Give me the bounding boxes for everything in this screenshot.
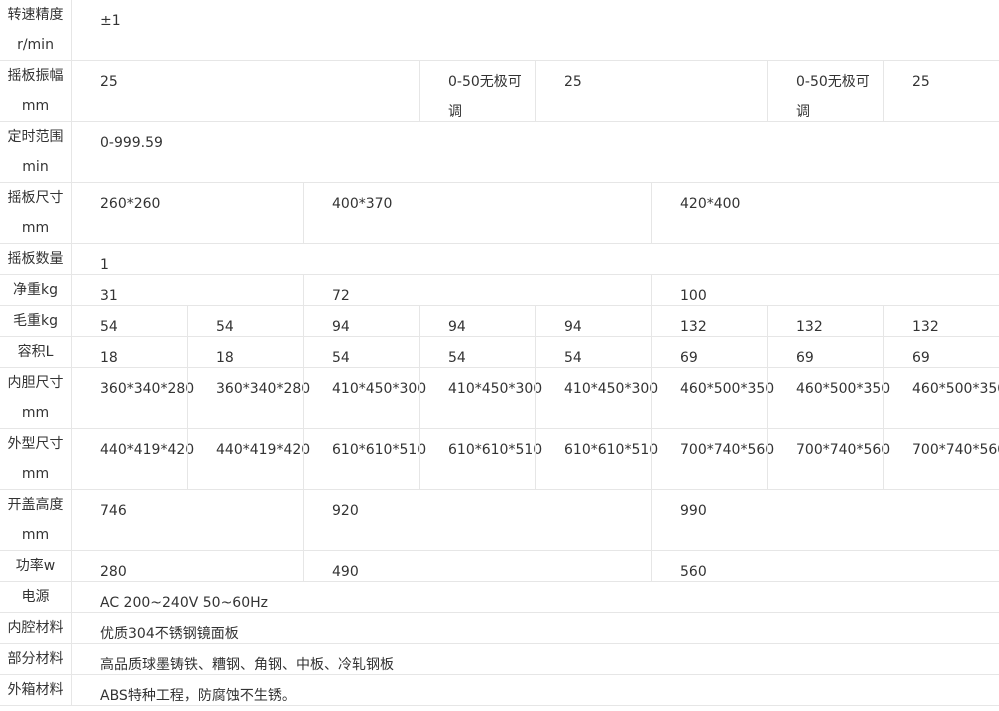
row-label-net-weight: 净重kg [0, 275, 71, 306]
row-label-case-material: 外箱材料 [0, 675, 71, 706]
row-label-outer-size: 外型尺寸 mm [0, 429, 71, 490]
row-label-lid-height: 开盖高度 mm [0, 490, 71, 551]
value-cell-plate-count: 1 [71, 244, 999, 275]
value-cell-gross-weight: 54 [71, 306, 187, 337]
value-cell-power-supply: AC 200~240V 50~60Hz [71, 582, 999, 613]
value-cell-inner-size: 360*340*280 [187, 368, 310, 429]
value-cell-inner-size: 460*500*350 [883, 368, 999, 429]
value-cell-plate-size: 400*370 [303, 183, 651, 244]
value-cell-gross-weight: 132 [767, 306, 883, 337]
value-cell-outer-size: 610*610*510 [419, 429, 542, 490]
value-cell-amplitude: 0-50无极可调 [419, 61, 535, 122]
value-cell-case-material: ABS特种工程，防腐蚀不生锈。 [71, 675, 999, 706]
row-label-power-supply: 电源 [0, 582, 71, 613]
value-cell-net-weight: 100 [651, 275, 999, 306]
value-cell-volume: 69 [651, 337, 767, 368]
value-cell-part-material: 高品质球墨铸铁、糟钢、角钢、中板、冷轧钢板 [71, 644, 999, 675]
value-cell-volume: 54 [419, 337, 535, 368]
value-cell-outer-size: 700*740*560 [767, 429, 890, 490]
value-cell-outer-size: 440*419*420 [71, 429, 194, 490]
value-cell-outer-size: 610*610*510 [303, 429, 426, 490]
value-cell-amplitude: 25 [883, 61, 999, 122]
value-cell-gross-weight: 94 [419, 306, 535, 337]
value-cell-volume: 54 [535, 337, 651, 368]
value-cell-inner-size: 460*500*350 [767, 368, 890, 429]
row-label-timer-range: 定时范围 min [0, 122, 71, 183]
row-label-amplitude: 摇板振幅 mm [0, 61, 71, 122]
value-cell-volume: 18 [71, 337, 187, 368]
value-cell-inner-size: 410*450*300 [419, 368, 542, 429]
row-label-chamber-material: 内腔材料 [0, 613, 71, 644]
value-cell-volume: 69 [883, 337, 999, 368]
value-cell-volume: 54 [303, 337, 419, 368]
value-cell-plate-size: 420*400 [651, 183, 999, 244]
value-cell-speed-precision: ±1 [71, 0, 999, 61]
row-label-speed-precision: 转速精度 r/min [0, 0, 71, 61]
value-cell-net-weight: 31 [71, 275, 303, 306]
value-cell-gross-weight: 94 [535, 306, 651, 337]
spec-table: 转速精度 r/min ±1 摇板振幅 mm 25 0-50无极可调 25 0-50无极可调 2… [0, 0, 999, 706]
row-label-plate-count: 摇板数量 [0, 244, 71, 275]
value-cell-net-weight: 72 [303, 275, 651, 306]
value-cell-power: 280 [71, 551, 303, 582]
value-cell-volume: 69 [767, 337, 883, 368]
row-label-part-material: 部分材料 [0, 644, 71, 675]
value-cell-power: 560 [651, 551, 999, 582]
value-cell-inner-size: 410*450*300 [303, 368, 426, 429]
value-cell-volume: 18 [187, 337, 303, 368]
value-cell-lid-height: 990 [651, 490, 999, 551]
value-cell-outer-size: 700*740*560 [883, 429, 999, 490]
value-cell-gross-weight: 94 [303, 306, 419, 337]
row-label-gross-weight: 毛重kg [0, 306, 71, 337]
value-cell-gross-weight: 54 [187, 306, 303, 337]
value-cell-outer-size: 700*740*560 [651, 429, 774, 490]
value-cell-inner-size: 410*450*300 [535, 368, 658, 429]
value-cell-timer-range: 0-999.59 [71, 122, 999, 183]
value-cell-gross-weight: 132 [651, 306, 767, 337]
value-cell-gross-weight: 132 [883, 306, 999, 337]
value-cell-amplitude: 25 [71, 61, 419, 122]
row-label-volume: 容积L [0, 337, 71, 368]
value-cell-inner-size: 460*500*350 [651, 368, 774, 429]
value-cell-outer-size: 610*610*510 [535, 429, 658, 490]
value-cell-outer-size: 440*419*420 [187, 429, 310, 490]
value-cell-chamber-material: 优质304不锈钢镜面板 [71, 613, 999, 644]
row-label-power: 功率w [0, 551, 71, 582]
value-cell-power: 490 [303, 551, 651, 582]
value-cell-plate-size: 260*260 [71, 183, 303, 244]
value-cell-lid-height: 920 [303, 490, 651, 551]
value-cell-amplitude: 0-50无极可调 [767, 61, 883, 122]
row-label-inner-size: 内胆尺寸 mm [0, 368, 71, 429]
value-cell-amplitude: 25 [535, 61, 767, 122]
value-cell-inner-size: 360*340*280 [71, 368, 194, 429]
value-cell-lid-height: 746 [71, 490, 303, 551]
row-label-plate-size: 摇板尺寸 mm [0, 183, 71, 244]
